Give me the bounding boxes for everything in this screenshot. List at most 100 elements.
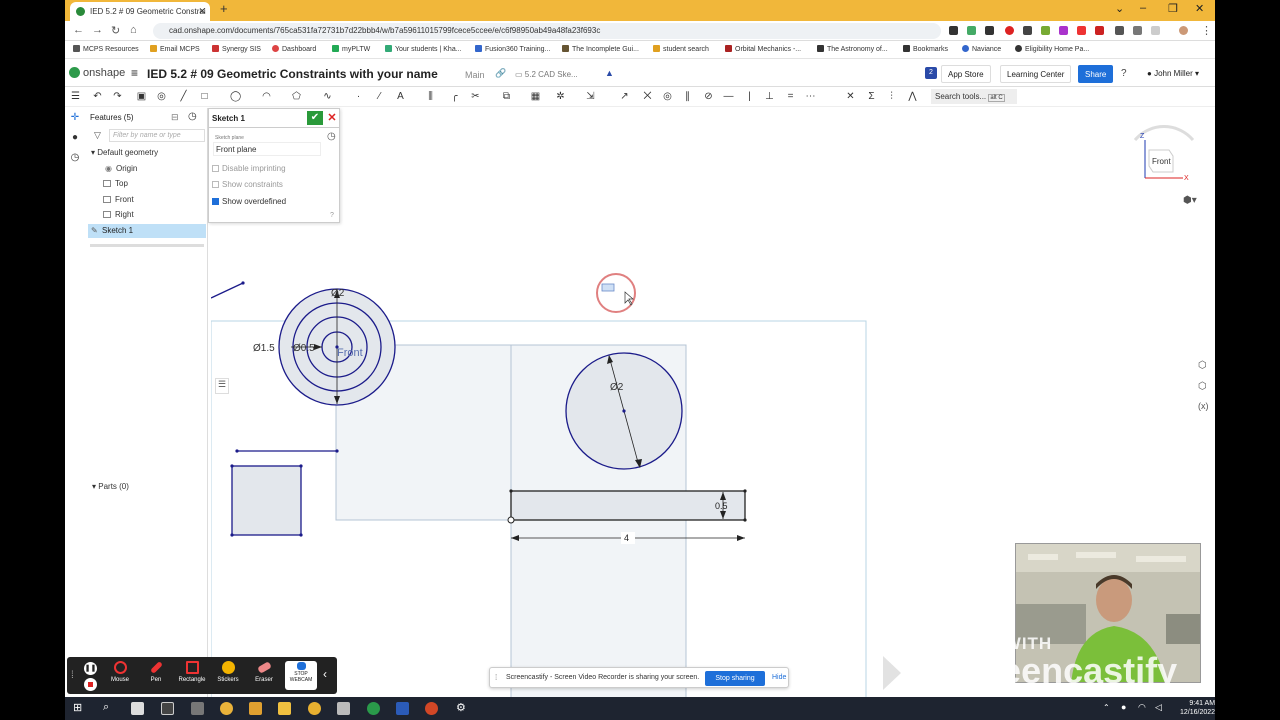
word-icon[interactable] bbox=[396, 702, 409, 715]
undo-icon[interactable]: ↶ bbox=[92, 91, 103, 102]
extension-icon[interactable] bbox=[985, 26, 994, 35]
extension-icon[interactable] bbox=[1041, 26, 1050, 35]
collapse-chevron-icon[interactable]: ‹ bbox=[323, 667, 327, 681]
midpoint-icon[interactable]: ⋯ bbox=[805, 91, 816, 102]
concentric-icon[interactable]: ◎ bbox=[662, 91, 673, 102]
bookmark-item[interactable]: Eligibility Home Pa... bbox=[1015, 45, 1089, 53]
taskbar-app-icon[interactable] bbox=[367, 702, 380, 715]
search-tools-input[interactable]: Search tools... alt C bbox=[931, 89, 1017, 104]
horizontal-icon[interactable]: — bbox=[723, 91, 734, 102]
help-icon[interactable]: ? bbox=[1121, 68, 1127, 79]
accept-check-icon[interactable]: ✔ bbox=[307, 111, 323, 125]
view-cube-face[interactable]: Front bbox=[1152, 157, 1171, 166]
extension-icon[interactable] bbox=[1077, 26, 1086, 35]
text-icon[interactable]: A bbox=[395, 91, 406, 102]
search-icon[interactable]: ⌕ bbox=[103, 701, 109, 714]
notification-badge[interactable]: 2 bbox=[925, 67, 937, 79]
drag-handle-icon[interactable]: ⁞ bbox=[71, 670, 74, 681]
url-field[interactable]: cad.onshape.com/documents/765ca531fa7273… bbox=[153, 23, 941, 39]
bookmark-item[interactable]: myPLTW bbox=[332, 45, 370, 53]
document-title[interactable]: IED 5.2 # 09 Geometric Constraints with … bbox=[147, 67, 438, 81]
bookmark-item[interactable]: student search bbox=[653, 45, 709, 53]
bookmark-item[interactable]: Your students | Kha... bbox=[385, 45, 462, 53]
tray-chevron-icon[interactable]: ⌃ bbox=[1103, 703, 1110, 712]
panel-divider[interactable] bbox=[90, 244, 204, 247]
close-tab-icon[interactable]: ✕ bbox=[198, 2, 206, 21]
hide-button[interactable]: Hide bbox=[772, 674, 786, 681]
normal-icon[interactable]: Σ bbox=[866, 91, 877, 102]
feature-sketch-1[interactable]: ✎ Sketch 1 bbox=[88, 224, 206, 238]
graduation-cap-icon[interactable]: ▲ bbox=[605, 68, 614, 78]
mirror-icon[interactable]: ⫼ bbox=[425, 91, 436, 102]
eraser-tool[interactable]: Eraser bbox=[248, 661, 280, 683]
new-tab-icon[interactable]: + bbox=[220, 1, 228, 16]
sketch-name[interactable]: Sketch 1 bbox=[212, 114, 245, 123]
feature-origin[interactable]: ◉ Origin bbox=[105, 164, 137, 173]
rectangle-icon[interactable]: □ bbox=[199, 91, 210, 102]
folder-icon[interactable]: ⊟ bbox=[171, 112, 179, 123]
circular-pattern-icon[interactable]: ✲ bbox=[555, 91, 566, 102]
reload-icon[interactable]: ↻ bbox=[111, 24, 120, 37]
avatar[interactable] bbox=[1179, 26, 1188, 35]
coincident-icon[interactable]: ⨉ bbox=[642, 91, 653, 102]
cancel-x-icon[interactable]: ✕ bbox=[326, 111, 338, 125]
polygon-icon[interactable]: ⬠ bbox=[291, 91, 302, 102]
bookmark-item[interactable]: The Astronomy of... bbox=[817, 45, 888, 53]
fillet-icon[interactable]: ╭ bbox=[449, 91, 460, 102]
line-icon[interactable]: ╱ bbox=[178, 91, 189, 102]
taskbar-app-icon[interactable] bbox=[249, 702, 262, 715]
pattern-icon[interactable]: ▦ bbox=[530, 91, 541, 102]
branch-label[interactable]: Main bbox=[465, 70, 485, 80]
sketch-tools-icon[interactable]: ✛ bbox=[69, 112, 81, 124]
offset-icon[interactable]: ⧉ bbox=[501, 91, 512, 102]
symmetric-icon[interactable]: ✕ bbox=[845, 91, 856, 102]
volume-icon[interactable]: ◁ bbox=[1155, 702, 1162, 713]
tangent-icon[interactable]: ⊘ bbox=[703, 91, 714, 102]
close-window-icon[interactable]: ✕ bbox=[1195, 2, 1204, 15]
taskbar-app-icon[interactable] bbox=[131, 702, 144, 715]
system-clock[interactable]: 9:41 AM 12/16/2022 bbox=[1180, 699, 1215, 717]
stop-webcam-tool[interactable]: STOP WEBCAM bbox=[285, 661, 317, 690]
home-icon[interactable]: ⌂ bbox=[130, 24, 137, 36]
profile-icon[interactable] bbox=[1151, 26, 1160, 35]
transform-icon[interactable]: ⇲ bbox=[585, 91, 596, 102]
feature-right-plane[interactable]: Right bbox=[103, 210, 134, 219]
pen-tool[interactable]: Pen bbox=[140, 661, 172, 683]
extension-icon[interactable] bbox=[949, 26, 958, 35]
feature-top-plane[interactable]: Top bbox=[103, 179, 128, 188]
bookmark-item[interactable]: Synergy SIS bbox=[212, 45, 261, 53]
onshape-logo[interactable]: onshape bbox=[69, 67, 125, 79]
comments-icon[interactable]: ● bbox=[69, 132, 81, 144]
rectangle-tool[interactable]: Rectangle bbox=[176, 661, 208, 683]
settings-gear-icon[interactable]: ⚙ bbox=[456, 701, 466, 714]
bookmark-item[interactable]: Dashboard bbox=[272, 45, 316, 53]
show-constraints-checkbox[interactable]: Show constraints bbox=[212, 180, 283, 189]
sketch-plane-field[interactable]: Front plane bbox=[213, 142, 321, 156]
user-menu[interactable]: ● John Miller ▾ bbox=[1147, 69, 1199, 78]
learning-center-button[interactable]: Learning Center bbox=[1000, 65, 1072, 83]
point-icon[interactable]: · bbox=[353, 91, 364, 102]
pause-icon[interactable]: ❚❚ bbox=[84, 662, 97, 675]
mouse-tool[interactable]: Mouse bbox=[104, 661, 136, 683]
history-icon[interactable]: ◷ bbox=[69, 152, 81, 164]
fix-icon[interactable]: ⋀ bbox=[907, 91, 918, 102]
pierce-icon[interactable]: ⫶ bbox=[886, 91, 897, 102]
disable-imprinting-checkbox[interactable]: Disable imprinting bbox=[212, 164, 286, 173]
breadcrumb[interactable]: ▭ 5.2 CAD Ske... bbox=[515, 70, 578, 79]
sketch-icon[interactable]: ▣ bbox=[136, 91, 147, 102]
taskbar-app-icon[interactable] bbox=[161, 702, 174, 715]
file-explorer-icon[interactable] bbox=[278, 702, 291, 715]
extension-icon[interactable] bbox=[1095, 26, 1104, 35]
feature-list-icon[interactable]: ☰ bbox=[70, 91, 81, 102]
browser-tab[interactable]: IED 5.2 # 09 Geometric Constrai ✕ bbox=[70, 2, 210, 21]
parts-list-header[interactable]: ▾ Parts (0) bbox=[92, 482, 129, 491]
rollback-icon[interactable]: ◷ bbox=[188, 111, 197, 122]
show-overdefined-checkbox[interactable]: Show overdefined bbox=[212, 197, 286, 206]
parallel-icon[interactable]: ∥ bbox=[682, 91, 693, 102]
taskbar-app-icon[interactable] bbox=[308, 702, 321, 715]
trim-icon[interactable]: ✂ bbox=[470, 91, 481, 102]
list-toggle-icon[interactable]: ☰ bbox=[215, 378, 229, 394]
bookmark-item[interactable]: MCPS Resources bbox=[73, 45, 139, 53]
parts-icon[interactable]: ⬡ bbox=[1198, 381, 1207, 392]
stop-record-icon[interactable] bbox=[84, 678, 97, 691]
